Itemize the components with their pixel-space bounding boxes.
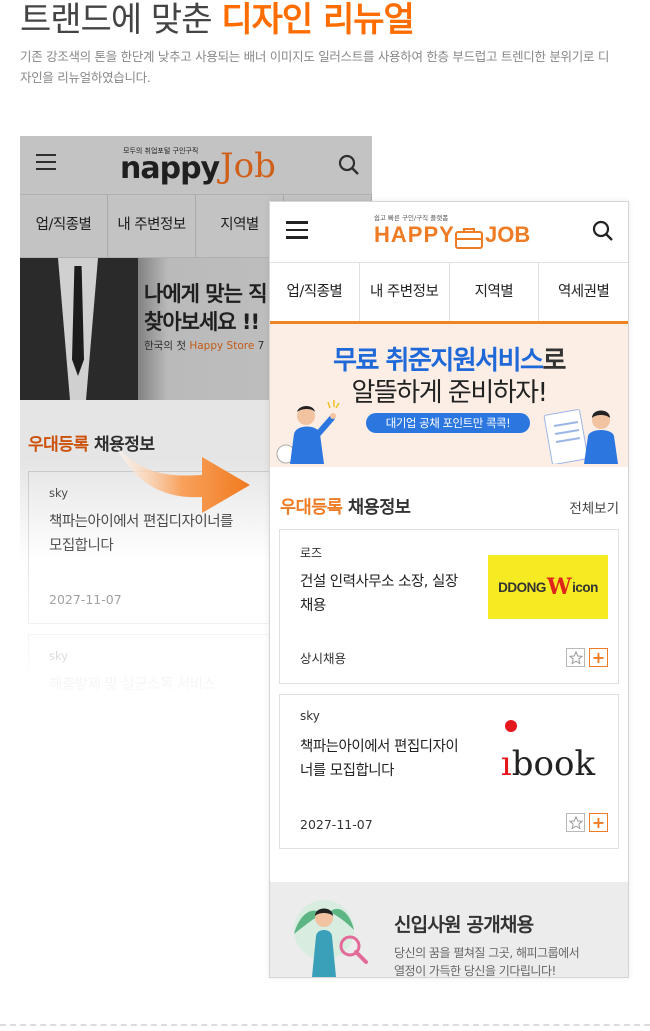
search-icon[interactable] — [338, 154, 360, 180]
bottom-divider — [0, 1024, 650, 1026]
new-section-title: 우대등록 채용정보 — [280, 494, 411, 519]
new-logo-job: JOB — [485, 222, 531, 247]
arrow-right-icon — [114, 443, 250, 513]
new-design-mockup: 쉽고 빠른 구인/구직 플랫폼 HAPPY JOB 업/직종별 내 주변정보 지… — [269, 201, 629, 978]
headline-prefix: 트랜드에 맞춘 — [20, 0, 212, 40]
old-banner-line3-prefix: 한국의 첫 — [144, 340, 190, 352]
recruit-banner-text: 당신의 꿈을 펼쳐질 그곳, 해피그룹에서 열정이 가득한 당신을 기다립니다! — [394, 944, 580, 978]
old-nav-item-nearby[interactable]: 내 주변정보 — [108, 195, 196, 257]
old-section-title-accent: 우대등록 — [28, 435, 89, 455]
new-nav: 업/직종별 내 주변정보 지역별 역세권별 — [270, 263, 628, 324]
company-name: sky — [300, 709, 320, 723]
company-logo: DDONG Wicon — [488, 555, 608, 619]
star-icon[interactable] — [566, 813, 585, 832]
new-section-title-accent: 우대등록 — [280, 498, 343, 518]
plus-icon[interactable]: + — [589, 648, 608, 667]
old-nav-item-industry[interactable]: 업/직종별 — [20, 195, 108, 257]
search-icon[interactable] — [592, 220, 614, 246]
new-nav-item-industry[interactable]: 업/직종별 — [270, 263, 360, 321]
plus-icon[interactable]: + — [589, 813, 608, 832]
recruit-banner-title: 신입사원 공개채용 — [394, 914, 534, 936]
job-title: 책파는아이에서 편집디자이너를 모집합니다 — [300, 739, 459, 779]
old-logo[interactable]: 모두의 취업포털 구인구직 nappy Job — [120, 146, 290, 188]
hamburger-menu-icon[interactable] — [36, 154, 56, 172]
suit-man-photo — [20, 258, 138, 400]
old-logo-job: Job — [220, 146, 276, 186]
hamburger-menu-icon[interactable] — [286, 221, 308, 239]
star-icon[interactable] — [566, 648, 585, 667]
new-logo-tagline: 쉽고 빠른 구인/구직 플랫폼 — [374, 214, 449, 222]
person-pointing-illustration — [276, 400, 340, 464]
new-banner[interactable]: 무료 취준지원서비스로 알뜰하게 준비하자! 대기업 공채 포인트만 콕콕! — [270, 324, 628, 467]
card-actions: + — [566, 813, 608, 832]
company-logo-text-2: icon — [572, 579, 598, 595]
job-title: 건설 인력사무소 소장, 실장 채용 — [300, 574, 458, 614]
job-footer: 상시채용 — [300, 651, 347, 666]
card-actions: + — [566, 648, 608, 667]
company-logo-text: book — [511, 744, 596, 784]
job-footer: 2027-11-07 — [300, 817, 373, 832]
old-banner-line3-highlight: Happy Store — [189, 340, 255, 352]
view-all-link[interactable]: 전체보기 — [569, 497, 619, 517]
new-banner-pill: 대기업 공채 포인트만 콕콕! — [366, 413, 530, 433]
company-logo-text-1: DDONG — [498, 579, 546, 595]
company-logo-text-w: W — [546, 574, 572, 600]
new-nav-item-nearby[interactable]: 내 주변정보 — [360, 263, 450, 321]
company-name: 로즈 — [300, 546, 323, 560]
job-card[interactable]: 로즈 건설 인력사무소 소장, 실장 채용 상시채용 DDONG Wicon + — [279, 529, 619, 684]
new-logo[interactable]: 쉽고 빠른 구인/구직 플랫폼 HAPPY JOB — [370, 212, 540, 256]
company-logo: ı book — [488, 720, 608, 784]
old-logo-happy: nappy — [120, 151, 220, 186]
briefcase-icon — [455, 228, 483, 249]
new-section-title-rest: 채용정보 — [342, 498, 411, 518]
old-banner-line1: 나에게 맞는 직 — [144, 282, 268, 306]
job-title: 해충방제 및 살균소독 서비스 — [49, 677, 216, 693]
person-with-document-illustration — [543, 409, 618, 464]
recruit-banner-line1: 당신의 꿈을 펼쳐질 그곳, 해피그룹에서 — [394, 946, 580, 960]
page-headline: 트랜드에 맞춘 디자인 리뉴얼 — [20, 0, 415, 40]
job-date: 2027-11-07 — [49, 592, 122, 607]
new-nav-item-region[interactable]: 지역별 — [450, 263, 540, 321]
old-header: 모두의 취업포털 구인구직 nappy Job — [20, 136, 372, 195]
recruit-banner-line2: 열정이 가득한 당신을 기다립니다! — [394, 964, 556, 978]
job-card[interactable]: sky 책파는아이에서 편집디자이너를 모집합니다 2027-11-07 ı bo… — [279, 694, 619, 849]
woman-with-magnifier-illustration — [294, 900, 368, 977]
old-banner-line3: 한국의 첫 Happy Store 7 — [144, 338, 264, 353]
job-title: 책파는아이에서 편집디자이너를 모집합니다 — [49, 514, 233, 554]
new-nav-item-station[interactable]: 역세권별 — [539, 263, 628, 321]
old-banner-line2: 찾아보세요 !! — [144, 310, 260, 334]
old-banner-line3-suffix: 7 — [254, 340, 265, 352]
new-section-header: 우대등록 채용정보 전체보기 — [270, 467, 628, 529]
new-header: 쉽고 빠른 구인/구직 플랫폼 HAPPY JOB — [270, 202, 628, 263]
headline-highlight: 디자인 리뉴얼 — [221, 0, 415, 40]
headline-description: 기존 강조색의 톤을 한단계 낮추고 사용되는 배너 이미지도 일러스트를 사용… — [20, 49, 610, 85]
new-logo-happy: HAPPY — [374, 222, 455, 247]
recruit-banner[interactable]: 신입사원 공개채용 당신의 꿈을 펼쳐질 그곳, 해피그룹에서 열정이 가득한 … — [270, 882, 628, 977]
logo-dot — [505, 720, 517, 732]
